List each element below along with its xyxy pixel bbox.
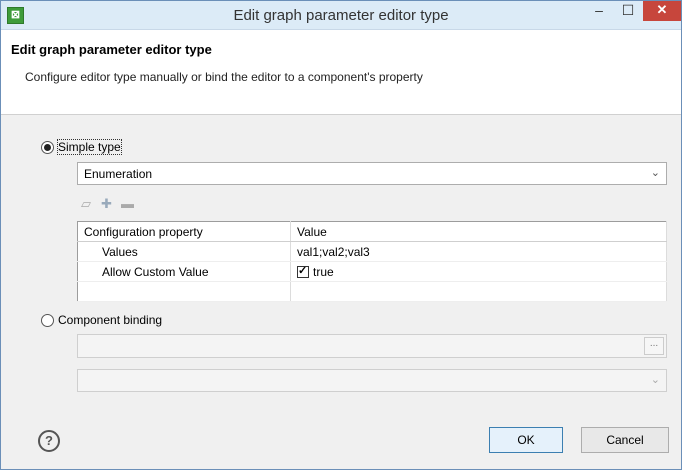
empty-cell [77, 281, 291, 302]
empty-cell [290, 281, 667, 302]
simple-type-label[interactable]: Simple type [57, 139, 122, 155]
window-title: Edit graph parameter editor type [233, 7, 449, 24]
minimize-button[interactable]: – [585, 1, 613, 21]
browse-button[interactable]: ... [644, 337, 664, 355]
close-button[interactable]: ✕ [643, 1, 681, 21]
chevron-down-icon: ⌄ [650, 374, 660, 386]
maximize-button[interactable]: ☐ [615, 1, 641, 21]
cancel-button[interactable]: Cancel [581, 427, 669, 453]
property-name-cell: Allow Custom Value [77, 261, 291, 282]
component-binding-label[interactable]: Component binding [58, 313, 162, 327]
editor-type-value: Enumeration [84, 167, 153, 181]
column-header-property: Configuration property [77, 221, 291, 242]
component-binding-radio[interactable] [41, 314, 54, 327]
allow-custom-value-checkbox[interactable] [297, 264, 309, 278]
edit-icon[interactable]: ▱ [81, 196, 91, 212]
table-row-empty [77, 281, 667, 302]
chevron-down-icon: ⌄ [650, 167, 660, 179]
column-header-value: Value [290, 221, 667, 242]
property-value-cell[interactable]: val1;val2;val3 [290, 241, 667, 262]
property-combo[interactable]: ⌄ [77, 369, 667, 392]
table-row[interactable]: Values val1;val2;val3 [77, 241, 667, 262]
dialog-window: ⊠ Edit graph parameter editor type – ☐ ✕… [0, 0, 682, 470]
simple-type-radio[interactable] [41, 141, 54, 154]
help-icon[interactable]: ? [38, 430, 60, 452]
property-value-cell[interactable]: true [290, 261, 667, 282]
header-description: Configure editor type manually or bind t… [25, 70, 423, 84]
editor-type-combo[interactable]: Enumeration ⌄ [77, 162, 667, 185]
ok-button[interactable]: OK [489, 427, 563, 453]
dialog-header: Edit graph parameter editor type Configu… [1, 30, 681, 115]
component-field[interactable]: ... [77, 334, 667, 358]
properties-table: Configuration property Value Values val1… [77, 221, 667, 302]
table-header-row: Configuration property Value [77, 221, 667, 242]
table-row[interactable]: Allow Custom Value true [77, 261, 667, 282]
add-icon[interactable]: ✚ [101, 196, 112, 212]
property-name-cell: Values [77, 241, 291, 262]
title-bar: ⊠ Edit graph parameter editor type – ☐ ✕ [1, 1, 681, 30]
remove-icon[interactable]: ▬ [121, 196, 134, 211]
allow-custom-value-text: true [313, 264, 334, 279]
header-title: Edit graph parameter editor type [11, 42, 212, 57]
